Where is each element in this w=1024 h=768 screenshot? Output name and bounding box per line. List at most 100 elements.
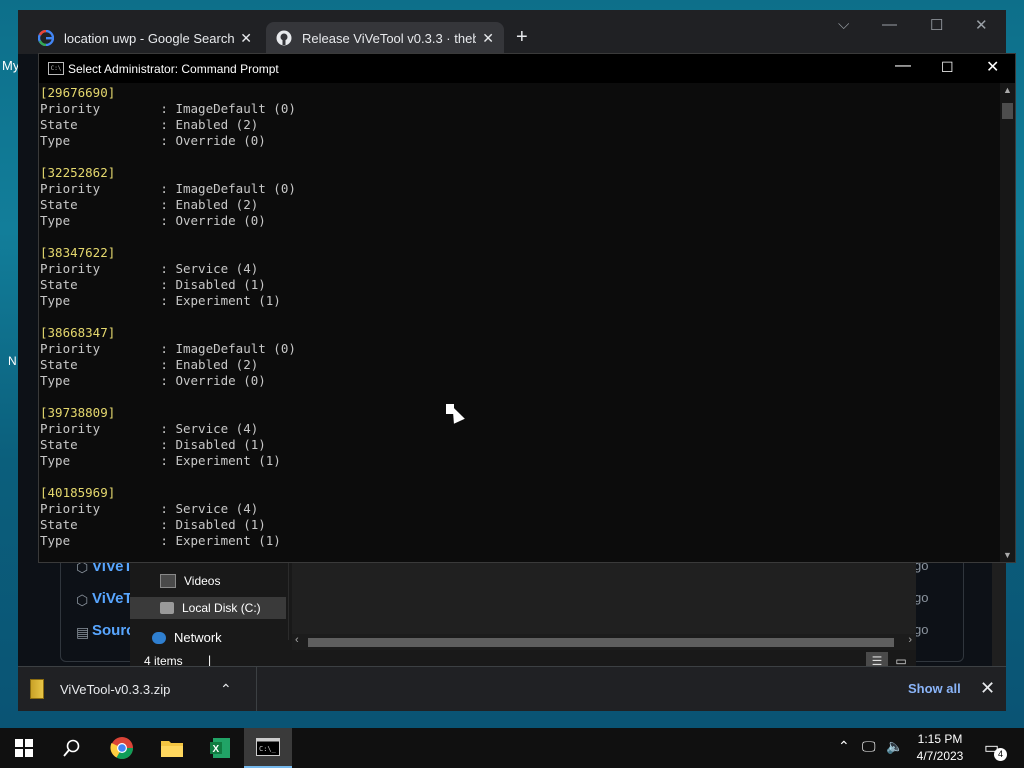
drive-icon [160,602,174,614]
feature-id-line: [38347622] [40,245,116,260]
volume-icon[interactable]: 🔈 [886,738,903,755]
console-scrollbar[interactable]: ▲ ▼ [1000,83,1015,562]
scroll-thumb[interactable] [1002,103,1013,119]
network-icon[interactable]: 🖵 [862,738,876,755]
scroll-down-icon[interactable]: ▼ [1003,550,1012,560]
tab-google-search[interactable]: location uwp - Google Search ✕ [28,22,262,54]
excel-button[interactable]: X [196,728,244,768]
console-line: State : Enabled (2) [40,117,259,132]
clock[interactable]: 1:15 PM 4/7/2023 [912,731,968,765]
console-line: Priority : ImageDefault (0) [40,181,296,196]
close-icon[interactable]: ✕ [986,57,999,77]
command-prompt-window: C:\ Select Administrator: Command Prompt… [38,53,1016,563]
console-line: Type : Override (0) [40,213,266,228]
feature-id-line: [40185969] [40,485,116,500]
close-shelf-icon[interactable]: ✕ [980,678,995,699]
videos-icon [160,574,176,588]
console-line: Type : Experiment (1) [40,453,281,468]
feature-id-line: [32252862] [40,165,116,180]
chrome-icon [110,737,133,759]
command-prompt-button[interactable]: C:\_ [244,728,292,768]
feature-id-line: [39738809] [40,405,116,420]
tab-title: location uwp - Google Search [64,30,235,46]
console-line: State : Disabled (1) [40,517,266,532]
cmd-icon: C:\_ [256,738,280,756]
cmd-title-bar[interactable]: C:\ Select Administrator: Command Prompt… [39,54,1015,83]
nav-item-local-disk[interactable]: Local Disk (C:) [130,597,286,619]
svg-text:C:\_: C:\_ [259,745,277,753]
tab-close-icon[interactable]: ✕ [482,30,494,47]
show-hidden-icons-icon[interactable]: ⌃ [838,738,850,755]
clock-time: 1:15 PM [917,732,963,746]
chevron-up-icon[interactable]: ⌃ [220,681,232,698]
scroll-thumb[interactable] [308,638,894,647]
console-line: Type : Override (0) [40,133,266,148]
minimize-icon[interactable]: — [882,16,897,33]
notification-badge: 4 [994,748,1007,761]
console-line: Priority : Service (4) [40,501,259,516]
tab-close-icon[interactable]: ✕ [240,30,252,47]
maximize-icon[interactable]: ☐ [941,59,954,76]
asset-link[interactable]: Sourc [92,622,135,639]
status-divider: | [208,653,212,667]
folder-icon [161,741,183,757]
start-button[interactable] [0,728,48,768]
new-tab-button[interactable]: + [516,26,528,49]
console-line: State : Disabled (1) [40,437,266,452]
console-output[interactable]: [29676690] Priority : ImageDefault (0) Sta… [39,83,1001,562]
tab-title: Release ViVeTool v0.3.3 · theboo [302,30,477,46]
excel-icon: X [210,738,230,758]
google-g-icon [38,30,54,46]
console-line: Type : Experiment (1) [40,293,281,308]
network-icon [152,631,166,644]
console-line: Priority : ImageDefault (0) [40,101,296,116]
zip-icon: ▤ [76,624,90,640]
console-line: Priority : ImageDefault (0) [40,341,296,356]
github-icon [276,30,292,46]
desktop-icon-label[interactable]: My [2,58,19,73]
desktop-icon-label[interactable]: N [8,354,17,368]
console-line: Priority : Service (4) [40,261,259,276]
search-button[interactable] [48,728,96,768]
scroll-left-icon[interactable]: ‹ [295,634,299,646]
nav-item-videos[interactable]: Videos [160,574,220,588]
download-filename: ViVeTool-v0.3.3.zip [60,681,171,697]
close-icon[interactable]: ✕ [975,16,988,34]
tab-vivetool-release[interactable]: Release ViVeTool v0.3.3 · theboo ✕ [266,22,504,54]
console-line: State : Disabled (1) [40,277,266,292]
download-item[interactable]: ViVeTool-v0.3.3.zip ⌃ [30,667,257,711]
svg-text:X: X [213,744,220,755]
file-explorer-button[interactable] [148,728,196,768]
windows-logo-icon [15,739,33,757]
asset-date: go [914,590,929,605]
feature-id-line: [38668347] [40,325,116,340]
chrome-button[interactable] [98,728,146,768]
package-icon: ⬡ [76,592,89,608]
nav-item-network[interactable]: Network [152,630,222,645]
console-line: Type : Experiment (1) [40,533,281,548]
minimize-icon[interactable]: — [895,57,911,75]
console-line: State : Enabled (2) [40,357,259,372]
asset-date: go [914,622,929,637]
console-line: Type : Override (0) [40,373,266,388]
console-line: State : Enabled (2) [40,197,259,212]
nav-item-label: Videos [184,574,221,588]
feature-id-line: [29676690] [40,85,116,100]
chrome-tab-bar: location uwp - Google Search ✕ Release V… [18,10,1006,54]
maximize-icon[interactable]: ☐ [930,16,943,34]
nav-item-label: Local Disk (C:) [182,601,261,615]
taskbar: X C:\_ ⌃ 🖵 🔈 1:15 PM 4/7/2023 ▭ 4 [0,728,1024,768]
cmd-icon: C:\ [48,62,64,75]
scroll-up-icon[interactable]: ▲ [1003,85,1012,95]
nav-item-label: Network [174,630,222,645]
scroll-right-icon[interactable]: › [908,634,912,646]
download-shelf: ViVeTool-v0.3.3.zip ⌃ Show all ✕ [18,666,1006,711]
show-all-button[interactable]: Show all [908,681,961,696]
console-line: Priority : Service (4) [40,421,259,436]
horizontal-scrollbar[interactable]: ‹ › [292,634,916,650]
zip-file-icon [30,679,44,699]
tab-search-chevron-icon[interactable]: ⌵ [838,16,849,33]
window-title: Select Administrator: Command Prompt [68,62,279,76]
clock-date: 4/7/2023 [916,749,964,763]
search-icon [63,739,80,757]
